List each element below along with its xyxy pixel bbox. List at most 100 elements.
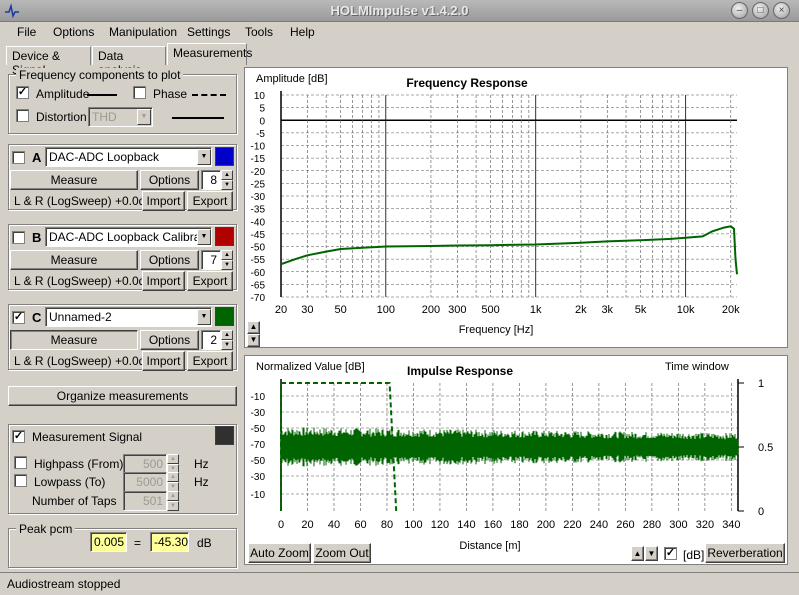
x-tick-label: 200	[537, 519, 555, 531]
chevron-down-icon[interactable]: ▼	[137, 109, 151, 125]
auto-zoom-button[interactable]: Auto Zoom	[248, 543, 311, 563]
menu-bar: File Options Manipulation Settings Tools…	[0, 22, 799, 42]
count-c-field[interactable]: 2	[201, 330, 221, 350]
import-c-button[interactable]: Import	[142, 351, 185, 371]
measurement-b-color[interactable]	[215, 227, 234, 246]
measurement-c-info: L & R (LogSweep) +0.0dB	[14, 354, 154, 368]
zoom-out-button[interactable]: Zoom Out	[313, 543, 371, 563]
x-tick-label: 280	[643, 519, 661, 531]
spin-up-icon[interactable]: ▲	[167, 454, 179, 464]
distortion-checkbox[interactable]	[16, 109, 29, 122]
chevron-down-icon[interactable]: ▼	[197, 229, 211, 245]
spin-up-icon[interactable]: ▲	[167, 472, 179, 482]
y-tick-label: -65	[251, 280, 266, 291]
spin-up-icon[interactable]: ▲	[167, 491, 179, 501]
options-b-button[interactable]: Options	[140, 250, 199, 270]
spin-up-icon[interactable]: ▲	[221, 330, 233, 340]
tab-measurements[interactable]: Measurements	[167, 43, 252, 65]
title-bar: HOLMImpulse v1.4.2.0 – □ ×	[0, 0, 799, 22]
menu-options[interactable]: Options	[53, 25, 94, 39]
impulse-response-panel[interactable]: Normalized Value [dB] Impulse Response T…	[244, 355, 788, 565]
peak-db-value: -45.30	[150, 532, 189, 552]
arrow-down-icon[interactable]: ▼	[645, 546, 658, 561]
peak-pcm-value: 0.005	[90, 532, 127, 552]
signal-color[interactable]	[215, 426, 234, 445]
chevron-down-icon[interactable]: ▼	[197, 149, 211, 165]
spin-up-icon[interactable]: ▲	[221, 170, 233, 180]
spin-down-icon[interactable]: ▼	[167, 501, 179, 511]
count-a-field[interactable]: 8	[201, 170, 221, 190]
amplitude-checkbox[interactable]: ✓	[16, 86, 29, 99]
maximize-button[interactable]: □	[752, 2, 769, 19]
db-checkbox[interactable]: ✓	[664, 547, 677, 560]
spin-down-icon[interactable]: ▼	[221, 340, 233, 350]
measure-b-button[interactable]: Measure	[10, 250, 138, 270]
highpass-field[interactable]: 500	[123, 454, 167, 474]
measure-c-button[interactable]: Measure	[10, 330, 138, 350]
y-tick-label: -5	[256, 129, 265, 140]
menu-settings[interactable]: Settings	[187, 25, 230, 39]
measurement-a-color[interactable]	[215, 147, 234, 166]
measurement-signal-checkbox[interactable]: ✓	[12, 430, 25, 443]
tab-data-analysis[interactable]: Data analysis	[92, 46, 166, 77]
import-b-button[interactable]: Import	[142, 271, 185, 291]
measurement-a-name[interactable]: DAC-ADC Loopback	[45, 147, 212, 167]
lowpass-field[interactable]: 5000	[123, 472, 167, 492]
y-tick-label: 0	[259, 116, 265, 127]
organize-measurements-button[interactable]: Organize measurements	[8, 386, 237, 406]
phase-checkbox[interactable]	[133, 86, 146, 99]
measurement-b-checkbox[interactable]	[12, 231, 25, 244]
export-c-button[interactable]: Export	[187, 351, 233, 371]
status-bar: Audiostream stopped	[0, 572, 799, 595]
distortion-label: Distortion	[36, 110, 87, 124]
measurement-c-checkbox[interactable]: ✓	[12, 311, 25, 324]
freq-xlabel: Frequency [Hz]	[459, 324, 534, 336]
x-tick-label: 200	[422, 304, 440, 316]
close-button[interactable]: ×	[773, 2, 790, 19]
scroll-down-icon[interactable]: ▼	[247, 334, 260, 347]
import-a-button[interactable]: Import	[142, 191, 185, 211]
x-tick-label: 220	[563, 519, 581, 531]
highpass-checkbox[interactable]	[14, 456, 27, 469]
spin-down-icon[interactable]: ▼	[221, 260, 233, 270]
measurement-c-name[interactable]: Unnamed-2	[45, 307, 212, 327]
y-tick-label: -60	[251, 268, 266, 279]
impulse-response-chart[interactable]: Normalized Value [dB] Impulse Response T…	[245, 356, 787, 564]
time-window-label: Time window	[665, 361, 729, 373]
measurement-b-name[interactable]: DAC-ADC Loopback Calibrated	[45, 227, 212, 247]
options-c-button[interactable]: Options	[140, 330, 199, 350]
minimize-button[interactable]: –	[731, 2, 748, 19]
spin-down-icon[interactable]: ▼	[221, 180, 233, 190]
export-a-button[interactable]: Export	[187, 191, 233, 211]
spin-up-icon[interactable]: ▲	[221, 250, 233, 260]
y-tick-label: -50	[251, 424, 266, 435]
frequency-response-panel[interactable]: Amplitude [dB] Frequency Response Freque…	[244, 67, 788, 348]
taps-field[interactable]: 501	[123, 491, 167, 511]
freq-title: Frequency Response	[406, 76, 528, 90]
chevron-down-icon[interactable]: ▼	[197, 309, 211, 325]
measurement-c-color[interactable]	[215, 307, 234, 326]
options-a-button[interactable]: Options	[140, 170, 199, 190]
y-tick-label: -50	[251, 456, 266, 467]
lowpass-checkbox[interactable]	[14, 474, 27, 487]
x-tick-label: 180	[510, 519, 528, 531]
tab-device-signal[interactable]: Device & Signal	[6, 46, 91, 77]
measure-a-button[interactable]: Measure	[10, 170, 138, 190]
menu-help[interactable]: Help	[290, 25, 315, 39]
scroll-up-icon[interactable]: ▲	[247, 321, 260, 334]
count-b-field[interactable]: 7	[201, 250, 221, 270]
measurement-c-letter: C	[32, 310, 42, 325]
menu-manipulation[interactable]: Manipulation	[109, 25, 177, 39]
export-b-button[interactable]: Export	[187, 271, 233, 291]
y-tick-label: -40	[251, 217, 266, 228]
y-tick-label: -45	[251, 230, 266, 241]
y-tick-label: -70	[251, 440, 266, 451]
menu-file[interactable]: File	[17, 25, 36, 39]
measurement-a-checkbox[interactable]	[12, 151, 25, 164]
reverberation-button[interactable]: Reverberation	[705, 543, 785, 563]
y2-tick-label: 0	[758, 506, 764, 518]
frequency-response-chart[interactable]: Amplitude [dB] Frequency Response Freque…	[245, 68, 787, 347]
menu-tools[interactable]: Tools	[245, 25, 273, 39]
arrow-up-icon[interactable]: ▲	[631, 546, 644, 561]
y-tick-label: -30	[251, 408, 266, 419]
